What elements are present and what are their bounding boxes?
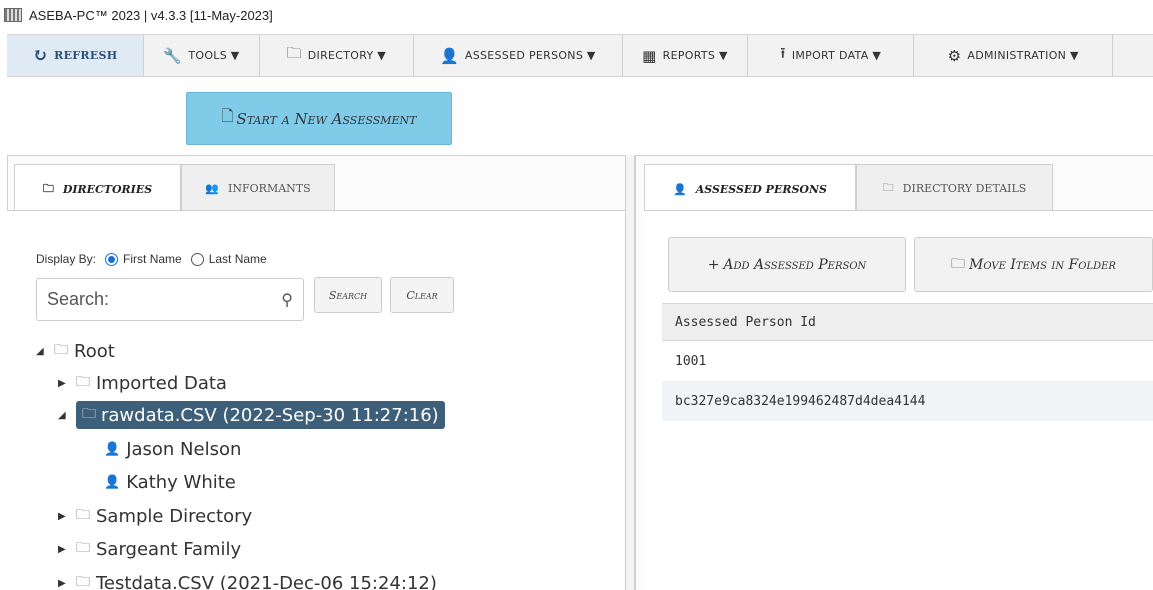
table-icon: ▦	[642, 46, 657, 65]
left-tabs: 🗀 DIRECTORIES 👥 INFORMANTS	[14, 164, 335, 213]
caret-down-icon[interactable]: ◢	[58, 410, 70, 421]
tab-informants[interactable]: 👥 INFORMANTS	[181, 164, 335, 211]
folder-icon: 🗀	[76, 574, 90, 590]
tree-node-sample-directory[interactable]: ▶ 🗀 Sample Directory	[58, 502, 252, 530]
plus-icon: +	[707, 256, 720, 273]
assessed-persons-table: Assessed Person Id 1001 bc327e9ca8324e19…	[662, 303, 1153, 421]
tools-menu[interactable]: 🔧 TOOLS ▼	[144, 35, 260, 76]
table-row[interactable]: 1001	[662, 341, 1153, 381]
window-title: ASEBA-PC™ 2023 | v4.3.3 [11-May-2023]	[29, 7, 273, 23]
tab-directory-details[interactable]: 🗀 DIRECTORY DETAILS	[856, 164, 1053, 211]
refresh-button[interactable]: ↻ REFRESH	[7, 35, 145, 76]
directory-menu[interactable]: 🗀 DIRECTORY ▼	[260, 35, 414, 76]
refresh-icon: ↻	[32, 45, 49, 66]
toolbar-overflow[interactable]	[1113, 35, 1153, 76]
folder-icon: 🗀	[76, 507, 90, 523]
search-button[interactable]: Search	[314, 277, 382, 313]
caret-right-icon[interactable]: ▶	[58, 544, 70, 555]
tree-node-kathy-white[interactable]: 👤 Kathy White	[104, 468, 236, 496]
reports-menu[interactable]: ▦ REPORTS ▼	[623, 35, 749, 76]
tab-directories[interactable]: 🗀 DIRECTORIES	[14, 164, 181, 213]
person-icon: 👤	[104, 441, 121, 457]
search-icon: ⚲	[281, 291, 293, 309]
caret-down-icon[interactable]: ◢	[36, 346, 48, 357]
import-data-menu[interactable]: ⭱ IMPORT DATA ▼	[748, 35, 915, 76]
tree-node-root[interactable]: ◢ 🗀 Root	[36, 337, 115, 365]
upload-icon: ⭱	[780, 44, 786, 62]
folder-icon: 🗀	[42, 181, 54, 195]
folder-icon: 🗀	[882, 180, 894, 194]
group-icon: 👥	[205, 181, 220, 195]
table-row[interactable]: bc327e9ca8324e199462487d4dea4144	[662, 381, 1153, 421]
search-input[interactable]: Search: ⚲	[36, 278, 304, 321]
last-name-radio[interactable]	[190, 252, 204, 266]
caret-right-icon[interactable]: ▶	[58, 511, 70, 522]
add-assessed-person-button[interactable]: + Add Assessed Person	[668, 237, 906, 292]
tree-node-jason-nelson[interactable]: 👤 Jason Nelson	[104, 435, 241, 463]
folder-move-icon: 🗀	[951, 255, 966, 272]
person-icon: 👤	[439, 46, 459, 65]
folder-icon: 🗀	[54, 342, 68, 358]
directories-pane	[7, 210, 626, 590]
caret-right-icon[interactable]: ▶	[58, 378, 70, 389]
panel-splitter[interactable]	[625, 155, 635, 590]
clear-button[interactable]: Clear	[390, 277, 454, 313]
app-icon	[4, 8, 22, 22]
gear-icon: ⚙	[947, 46, 962, 65]
display-by: Display By: First Name Last Name	[36, 252, 267, 266]
person-icon: 👤	[104, 474, 121, 490]
wrench-icon: 🔧	[163, 46, 183, 65]
start-new-assessment-button[interactable]: 🗋 Start a New Assessment	[186, 92, 452, 145]
caret-right-icon[interactable]: ▶	[58, 578, 70, 589]
folder-icon: 🗀	[286, 44, 302, 62]
tab-assessed-persons[interactable]: 👤 ASSESSED PERSONS	[644, 164, 856, 213]
folder-icon: 🗀	[76, 374, 90, 390]
person-icon: 👤	[673, 182, 687, 196]
folder-icon: 🗀	[76, 540, 90, 556]
tree-node-imported-data[interactable]: ▶ 🗀 Imported Data	[58, 369, 227, 397]
move-items-button[interactable]: 🗀 Move Items in Folder	[914, 237, 1153, 292]
tree-node-testdata[interactable]: ▶ 🗀 Testdata.CSV (2021-Dec-06 15:24:12)	[58, 569, 437, 590]
assessed-persons-menu[interactable]: 👤 ASSESSED PERSONS ▼	[414, 35, 623, 76]
folder-icon: 🗀	[82, 406, 96, 422]
administration-menu[interactable]: ⚙ ADMINISTRATION ▼	[914, 35, 1114, 76]
new-file-icon: 🗋	[221, 107, 234, 125]
tree-node-sargeant-family[interactable]: ▶ 🗀 Sargeant Family	[58, 535, 241, 563]
table-header[interactable]: Assessed Person Id	[662, 303, 1153, 341]
title-bar: ASEBA-PC™ 2023 | v4.3.3 [11-May-2023]	[0, 0, 1153, 30]
main-toolbar: ↻ REFRESH 🔧 TOOLS ▼ 🗀 DIRECTORY ▼ 👤 ASSE…	[7, 34, 1153, 77]
first-name-radio[interactable]	[105, 252, 119, 266]
right-tabs: 👤 ASSESSED PERSONS 🗀 DIRECTORY DETAILS	[644, 164, 1053, 213]
tree-node-rawdata[interactable]: ◢ 🗀 rawdata.CSV (2022-Sep-30 11:27:16)	[58, 401, 445, 429]
